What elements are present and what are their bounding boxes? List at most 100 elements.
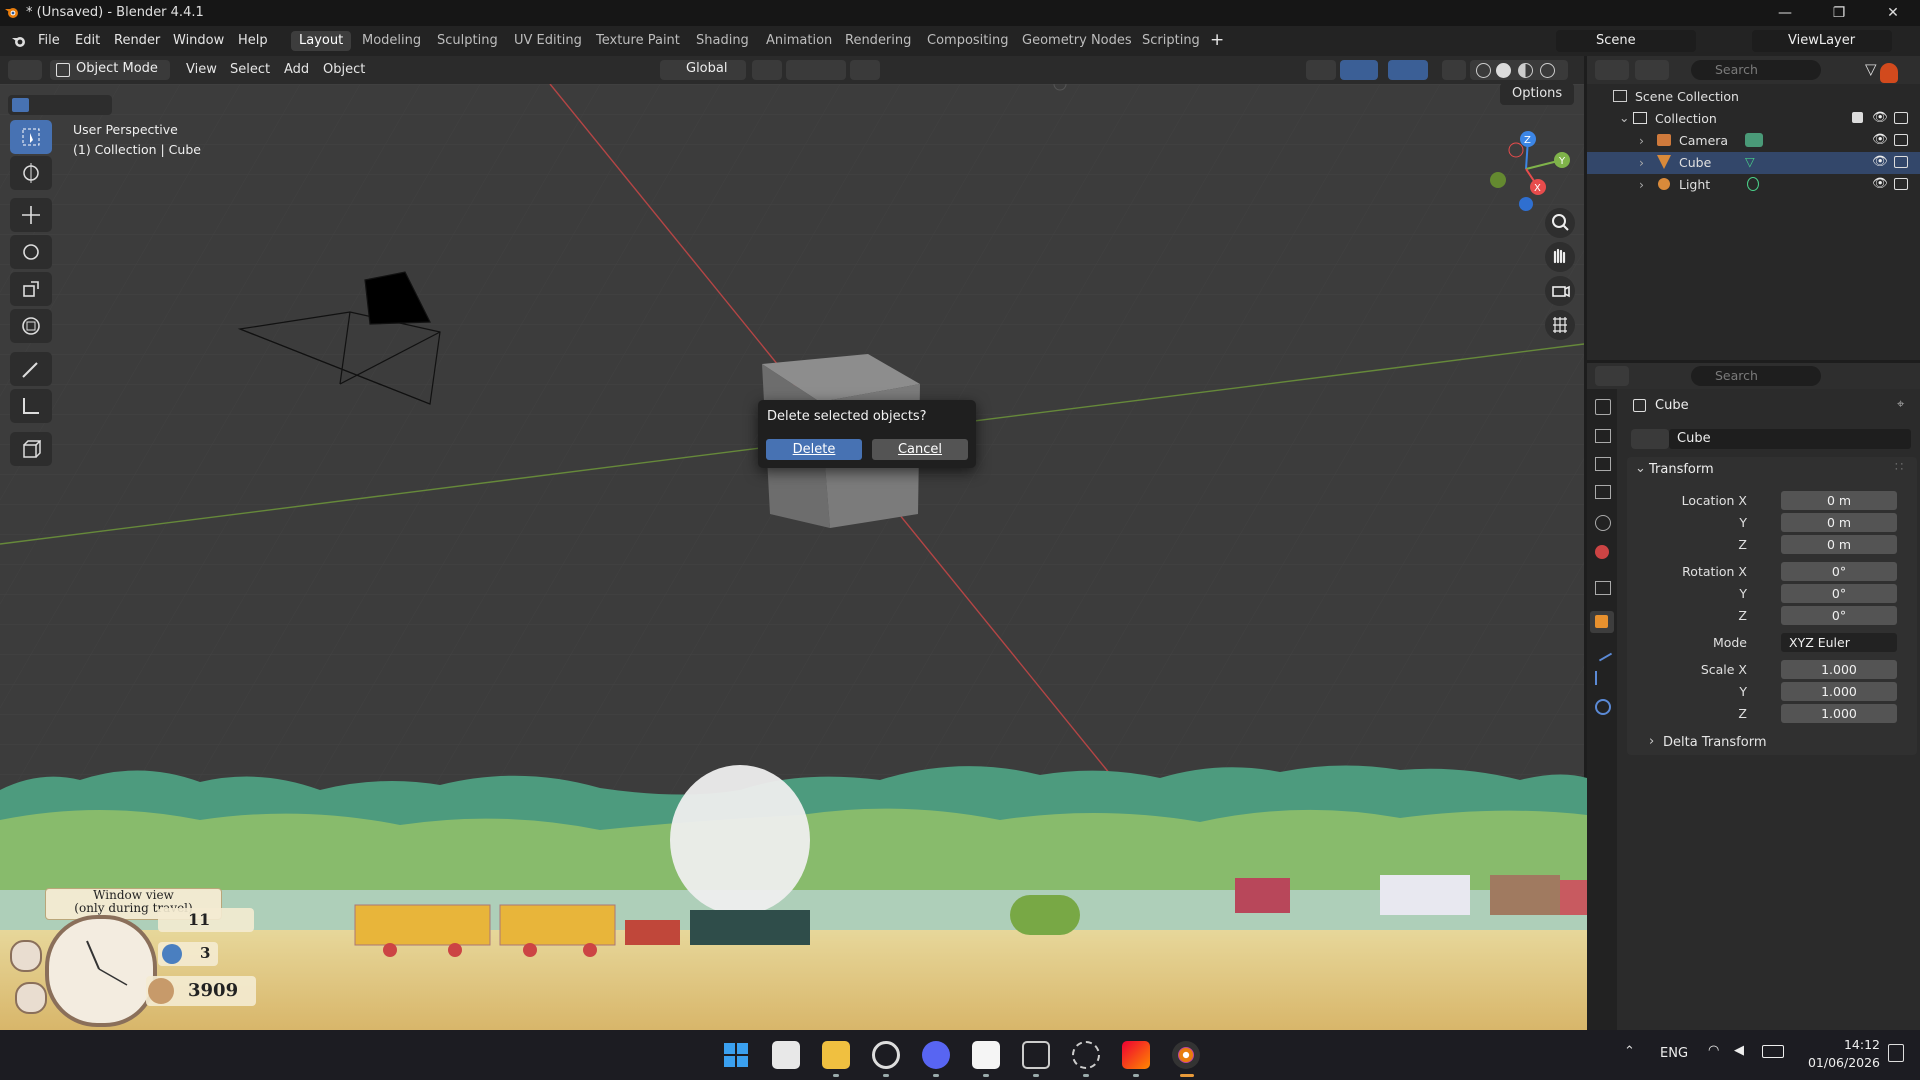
outliner-item-camera[interactable]: › Camera 👁 (1587, 130, 1920, 152)
scale-x-field[interactable]: 1.000 (1781, 660, 1897, 679)
battery-icon[interactable] (1762, 1045, 1784, 1058)
tool-move[interactable] (10, 198, 52, 232)
eye-icon[interactable]: 👁 (1872, 109, 1888, 125)
scale-z-field[interactable]: 1.000 (1781, 704, 1897, 723)
eye-icon[interactable]: 👁 (1872, 131, 1888, 147)
wifi-icon[interactable]: ◠ (1708, 1043, 1719, 1058)
menu-object[interactable]: Object (323, 61, 365, 79)
material-shading-icon[interactable] (1518, 63, 1533, 78)
tool-transform[interactable] (10, 309, 52, 343)
tool-tab-icon[interactable] (1595, 399, 1611, 415)
task-view-icon[interactable] (772, 1041, 800, 1069)
scale-y-field[interactable]: 1.000 (1781, 682, 1897, 701)
mode-selector[interactable]: Object Mode (50, 60, 170, 80)
rotation-z-field[interactable]: 0° (1781, 606, 1897, 625)
ortho-toggle-button[interactable] (1545, 310, 1575, 340)
restore-button[interactable]: ❐ (1816, 0, 1862, 26)
world-tab-icon[interactable] (1595, 545, 1609, 559)
select-new-icon[interactable] (12, 98, 29, 112)
blender-menu-icon[interactable] (10, 33, 28, 49)
tab-uv-editing[interactable]: UV Editing (506, 31, 590, 51)
properties-search-input[interactable]: Search (1691, 366, 1821, 386)
pivot-button[interactable] (752, 60, 782, 80)
rotation-mode-select[interactable]: XYZ Euler (1781, 633, 1897, 652)
wireframe-shading-icon[interactable] (1476, 63, 1491, 78)
tool-measure[interactable] (10, 389, 52, 423)
add-workspace-icon[interactable]: + (1210, 30, 1224, 50)
menu-window[interactable]: Window (173, 33, 224, 48)
tab-geometry-nodes[interactable]: Geometry Nodes (1014, 31, 1140, 51)
scene-selector[interactable]: Scene (1556, 30, 1696, 52)
document-app-icon[interactable] (972, 1041, 1000, 1069)
filter-icon[interactable]: ▽ (1865, 60, 1877, 78)
exclude-checkbox[interactable] (1852, 112, 1863, 123)
tab-modeling[interactable]: Modeling (354, 31, 429, 51)
tab-rendering[interactable]: Rendering (837, 31, 919, 51)
menu-view[interactable]: View (186, 61, 217, 79)
rotation-y-field[interactable]: 0° (1781, 584, 1897, 603)
settings-app-icon[interactable] (1072, 1041, 1100, 1069)
menu-edit[interactable]: Edit (75, 33, 100, 48)
location-z-field[interactable]: 0 m (1781, 535, 1897, 554)
notification-icon[interactable] (1888, 1044, 1904, 1062)
tool-select-box[interactable] (10, 120, 52, 154)
render-camera-icon[interactable] (1894, 134, 1908, 146)
rendered-shading-icon[interactable] (1540, 63, 1555, 78)
properties-editor-type[interactable] (1595, 366, 1629, 386)
render-camera-icon[interactable] (1894, 178, 1908, 190)
camera-view-button[interactable] (1545, 276, 1575, 306)
editor-type-button[interactable] (8, 60, 42, 80)
tab-animation[interactable]: Animation (758, 31, 840, 51)
expand-chevron-icon[interactable]: › (1639, 177, 1644, 192)
location-x-field[interactable]: 0 m (1781, 491, 1897, 510)
tab-scripting[interactable]: Scripting (1134, 31, 1208, 51)
overlay-toggle-button[interactable] (1388, 60, 1428, 80)
render-camera-icon[interactable] (1894, 156, 1908, 168)
tab-shading[interactable]: Shading (688, 31, 757, 51)
outliner-item-light[interactable]: › Light 👁 (1587, 174, 1920, 196)
tool-annotate[interactable] (10, 352, 52, 386)
pin-icon[interactable]: ⌖ (1897, 397, 1904, 412)
object-name-field[interactable]: Cube (1669, 429, 1911, 449)
zoom-button[interactable] (1545, 208, 1575, 238)
collection-tab-icon[interactable] (1595, 581, 1611, 595)
eye-icon[interactable]: 👁 (1872, 153, 1888, 169)
output-tab-icon[interactable] (1595, 457, 1611, 471)
visibility-button[interactable] (1306, 60, 1336, 80)
menu-help[interactable]: Help (238, 33, 268, 48)
expand-chevron-icon[interactable]: › (1649, 734, 1654, 749)
speed-button[interactable] (10, 940, 42, 972)
tab-texture-paint[interactable]: Texture Paint (588, 31, 688, 51)
expand-chevron-icon[interactable]: › (1639, 133, 1644, 148)
menu-select[interactable]: Select (230, 61, 270, 79)
expand-chevron-icon[interactable]: › (1639, 155, 1644, 170)
render-camera-icon[interactable] (1894, 112, 1908, 124)
close-window-button[interactable]: ✕ (1870, 0, 1916, 26)
snap-button[interactable] (786, 60, 846, 80)
start-button[interactable] (722, 1041, 750, 1069)
particles-tab-icon[interactable] (1595, 671, 1611, 685)
orientation-selector[interactable]: Global (660, 60, 746, 80)
object-type-selector[interactable] (1631, 429, 1669, 449)
minimize-button[interactable]: — (1762, 0, 1808, 26)
select-mode-buttons[interactable] (8, 95, 112, 115)
navigation-gizmo[interactable]: Z Y X (1476, 124, 1584, 214)
rotation-x-field[interactable]: 0° (1781, 562, 1897, 581)
volume-icon[interactable]: ◀ (1734, 1043, 1744, 1058)
clock-area[interactable]: 14:12 01/06/2026 (1800, 1036, 1880, 1072)
outliner-search-input[interactable]: Search (1691, 60, 1821, 80)
solid-shading-icon[interactable] (1496, 63, 1511, 78)
shading-mode-buttons[interactable] (1470, 60, 1568, 80)
tab-sculpting[interactable]: Sculpting (429, 31, 506, 51)
file-explorer-icon[interactable] (822, 1041, 850, 1069)
tab-layout[interactable]: Layout (291, 31, 352, 51)
pan-button[interactable] (1545, 242, 1575, 272)
physics-tab-icon[interactable] (1595, 699, 1611, 715)
transform-panel-header[interactable]: ⌄ Transform ∷ (1627, 457, 1917, 481)
outliner-item-cube[interactable]: › Cube ▽ 👁 (1587, 152, 1920, 174)
proportional-edit-button[interactable] (850, 60, 880, 80)
tray-chevron-icon[interactable]: ⌃ (1624, 1044, 1635, 1059)
gizmo-toggle-button[interactable] (1340, 60, 1378, 80)
drag-handle-icon[interactable]: ∷ (1895, 460, 1903, 475)
delete-button[interactable]: Delete (766, 439, 862, 460)
